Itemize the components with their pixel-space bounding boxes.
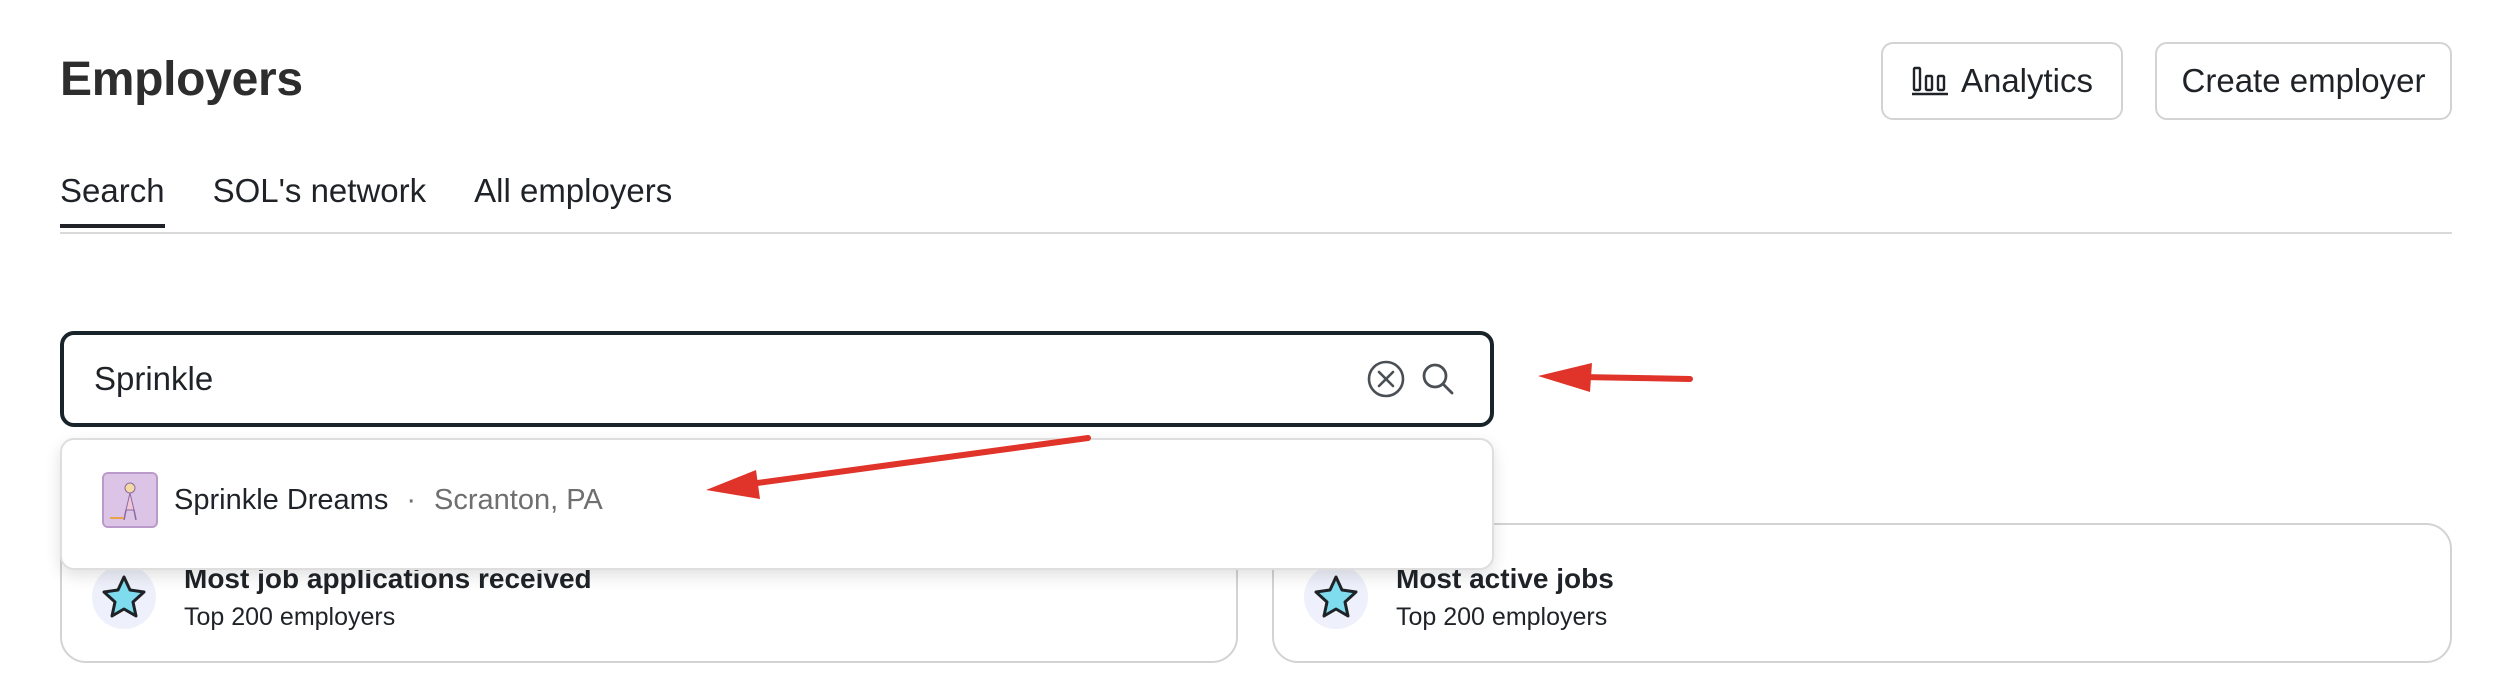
star-badge: [92, 565, 156, 629]
search-input-value[interactable]: Sprinkle: [94, 360, 1366, 398]
card-subtitle: Top 200 employers: [184, 603, 396, 631]
search-icon[interactable]: [1420, 361, 1456, 397]
arrow-to-search: [1538, 363, 1693, 392]
create-employer-button-label: Create employer: [2181, 62, 2426, 99]
clear-circle-icon[interactable]: [1366, 359, 1406, 399]
tab-all-employers[interactable]: All employers: [474, 172, 672, 226]
star-icon: [102, 575, 146, 618]
analytics-button-label: Analytics: [1960, 62, 2094, 99]
search-results-dropdown: Sprinkle Dreams · Scranton, PA: [60, 438, 1494, 570]
employer-logo: [102, 472, 158, 528]
search-result-item[interactable]: Sprinkle Dreams · Scranton, PA: [102, 470, 603, 530]
result-separator: ·: [406, 483, 417, 516]
tabs-divider: [60, 232, 2452, 234]
star-icon: [1314, 575, 1358, 618]
tab-sols-network[interactable]: SOL's network: [213, 172, 427, 226]
card-subtitle: Top 200 employers: [1396, 603, 1608, 631]
result-location: Scranton, PA: [434, 483, 603, 516]
create-employer-button[interactable]: Create employer: [2155, 42, 2452, 120]
tab-search[interactable]: Search: [60, 172, 165, 228]
tab-bar: Search SOL's network All employers: [60, 172, 720, 228]
analytics-button[interactable]: Analytics: [1881, 42, 2123, 120]
bar-chart-icon: [1911, 66, 1948, 96]
page-title: Employers: [60, 53, 303, 106]
result-employer-name: Sprinkle Dreams: [174, 483, 389, 516]
employer-search-input[interactable]: Sprinkle: [60, 331, 1494, 427]
star-badge: [1304, 565, 1368, 629]
